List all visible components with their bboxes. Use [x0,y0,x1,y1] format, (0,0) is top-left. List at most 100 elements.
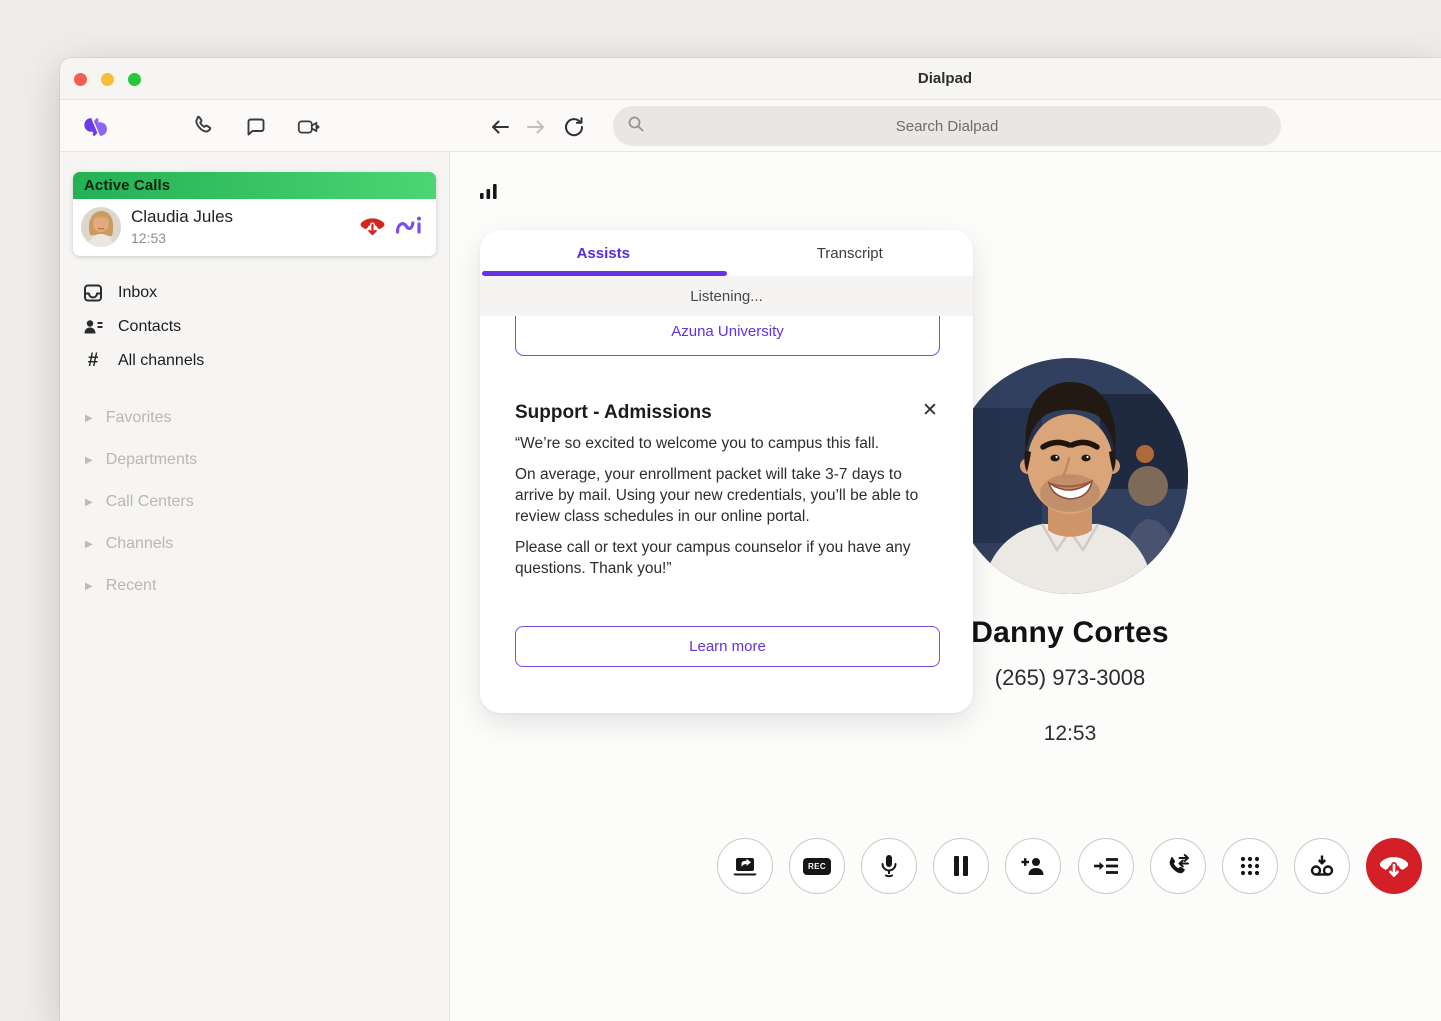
section-departments[interactable]: ▶ Departments [60,439,449,481]
screen-share-button[interactable] [717,838,773,894]
dialpad-logo[interactable] [83,114,109,140]
tab-assists-label: Assists [576,244,630,262]
chat-icon [247,118,265,136]
phone-icon [195,115,212,133]
tab-assists[interactable]: Assists [480,230,727,276]
section-recent[interactable]: ▶ Recent [60,565,449,607]
arrow-into-list-icon [1094,858,1118,874]
caret-right-icon: ▶ [85,496,93,508]
contacts-icon [82,317,104,337]
content: Active Calls Claudia Jules 12:53 Inbox C… [60,152,1441,1021]
zoom-window-button[interactable] [128,72,141,86]
caret-right-icon: ▶ [85,538,93,550]
caret-right-icon: ▶ [85,412,93,424]
forward-arrow-icon [527,120,544,134]
assist-panel: Assists Transcript Listening... Azuna Un… [480,230,973,713]
callee-avatar [952,358,1188,594]
sidebar: Active Calls Claudia Jules 12:53 Inbox C… [60,152,450,1021]
caller-avatar [81,207,121,247]
video-icon [297,120,320,134]
calls-tab-button[interactable] [190,114,216,140]
script-paragraph: On average, your enrollment packet will … [515,466,919,525]
section-favorites[interactable]: ▶ Favorites [60,397,449,439]
call-duration: 12:53 [131,230,167,246]
active-calls-label: Active Calls [84,177,171,194]
search-input[interactable] [613,106,1281,146]
forward-button[interactable] [523,114,549,140]
toolbar [60,100,1441,152]
ai-assistant-button[interactable] [394,214,424,243]
section-call-centers[interactable]: ▶ Call Centers [60,481,449,523]
refresh-button[interactable] [561,114,587,140]
show-dialpad-button[interactable] [1222,838,1278,894]
sidebar-item-label: All channels [118,352,205,369]
signal-bars-icon[interactable] [480,184,499,204]
window-title: Dialpad [917,70,973,87]
screen-share-icon [733,858,757,876]
section-label: Favorites [105,409,172,426]
meetings-tab-button[interactable] [296,114,322,140]
search-icon [627,115,645,138]
section-channels[interactable]: ▶ Channels [60,523,449,565]
tab-transcript[interactable]: Transcript [727,230,974,276]
pause-icon [954,856,968,876]
voicemail-drop-button[interactable] [1294,838,1350,894]
suggestion-label: Azuna University [671,323,784,340]
listening-label: Listening... [690,287,763,305]
caller-name: Claudia Jules [131,207,234,226]
add-participant-button[interactable] [1005,838,1061,894]
caret-right-icon: ▶ [85,580,93,592]
titlebar: Dialpad [60,58,1441,100]
record-icon: REC [802,857,832,875]
hold-button[interactable] [933,838,989,894]
sidebar-item-inbox[interactable]: Inbox [60,276,449,310]
transfer-call-button[interactable] [1150,838,1206,894]
call-screen: Danny Cortes (265) 973-3008 12:53 Assist… [450,152,1441,1021]
sidebar-item-all-channels[interactable]: # All channels [60,344,449,378]
call-controls: REC [450,838,1441,894]
call-timer: 12:53 [1043,722,1097,745]
assist-script: “We’re so excited to welcome you to camp… [515,433,923,589]
section-label: Channels [105,535,174,552]
section-label: Call Centers [105,493,194,510]
dialpad-logo-icon [84,118,107,136]
assist-tabs: Assists Transcript [480,230,973,276]
sidebar-sections: ▶ Favorites ▶ Departments ▶ Call Centers… [60,397,449,607]
back-button[interactable] [487,114,513,140]
minimize-window-button[interactable] [101,72,114,86]
record-button[interactable]: REC [789,838,845,894]
end-call-button[interactable] [1366,838,1422,894]
script-paragraph: “We’re so excited to welcome you to camp… [515,435,880,452]
refresh-icon [565,117,584,137]
assist-section-title: Support - Admissions [515,402,712,423]
phone-transfer-icon [1169,854,1189,874]
script-paragraph: Please call or text your campus counselo… [515,539,911,577]
add-to-queue-button[interactable] [1078,838,1134,894]
dialpad-grid-icon [1240,856,1260,876]
learn-more-button[interactable]: Learn more [515,626,940,667]
sidebar-nav: Inbox Contacts # All channels [60,276,449,378]
microphone-icon [881,855,897,878]
section-label: Recent [105,577,157,594]
voicemail-drop-icon [1310,855,1334,876]
hash-icon: # [87,350,99,371]
sidebar-item-label: Inbox [118,284,158,301]
sidebar-item-contacts[interactable]: Contacts [60,310,449,344]
active-call-row[interactable]: Claudia Jules 12:53 [73,199,436,256]
sidebar-item-label: Contacts [118,318,182,335]
section-label: Departments [105,451,198,468]
close-window-button[interactable] [74,72,87,86]
messages-tab-button[interactable] [243,114,269,140]
add-person-icon [1021,858,1044,875]
end-call-icon [1379,857,1409,879]
listening-status: Listening... [480,276,973,316]
inbox-icon [82,283,104,303]
tab-transcript-label: Transcript [816,244,883,262]
hangup-call-button[interactable] [359,214,386,242]
caret-right-icon: ▶ [85,454,93,466]
active-call-card: Active Calls Claudia Jules 12:53 [73,172,436,256]
mute-button[interactable] [861,838,917,894]
back-arrow-icon [492,120,509,134]
close-icon[interactable]: ✕ [919,400,941,422]
ai-logo-icon [395,216,421,234]
